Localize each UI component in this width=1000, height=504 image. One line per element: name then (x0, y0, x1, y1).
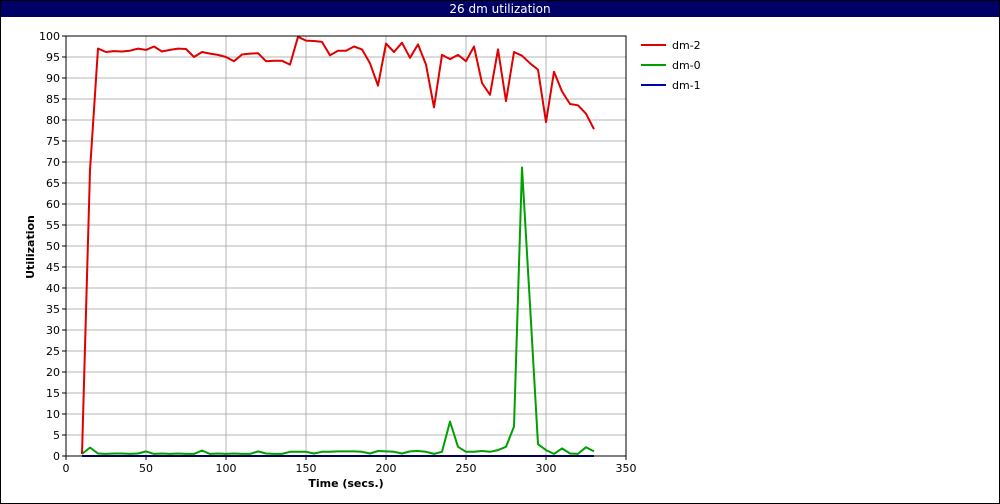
y-tick-label: 25 (46, 345, 60, 358)
x-axis-title: Time (secs.) (308, 477, 383, 490)
legend-label: dm-2 (672, 39, 701, 52)
y-tick-label: 50 (46, 240, 60, 253)
y-axis-title: Utilization (24, 215, 37, 279)
y-tick-label: 40 (46, 282, 60, 295)
utilization-chart: 0 5 10 15 20 25 30 35 40 45 50 55 60 65 70 75 80 85 90 95 10… (24, 30, 701, 490)
chart-title: 26 dm utilization (1, 1, 999, 17)
y-tick-label: 45 (46, 261, 60, 274)
legend: dm-2 dm-0 dm-1 (641, 39, 701, 92)
x-tick-label: 200 (376, 462, 397, 475)
y-tick-label: 0 (53, 450, 60, 463)
y-tick-label: 60 (46, 198, 60, 211)
y-tick-label: 75 (46, 135, 60, 148)
y-tick-label: 80 (46, 114, 60, 127)
y-tick-label: 70 (46, 156, 60, 169)
y-tick-label: 55 (46, 219, 60, 232)
x-tick-label: 350 (616, 462, 637, 475)
chart-window: 26 dm utilization 0 5 10 15 20 25 30 35 40 45 50 55… (0, 0, 1000, 504)
y-tick-label: 5 (53, 429, 60, 442)
y-tick-label: 90 (46, 72, 60, 85)
y-tick-label: 85 (46, 93, 60, 106)
x-tick-label: 300 (536, 462, 557, 475)
x-tick-label: 100 (216, 462, 237, 475)
y-tick-label: 10 (46, 408, 60, 421)
x-tick-label: 250 (456, 462, 477, 475)
y-tick-label: 30 (46, 324, 60, 337)
legend-label: dm-1 (672, 79, 701, 92)
y-tick-label: 100 (39, 30, 60, 43)
y-tick-label: 95 (46, 51, 60, 64)
x-tick-label: 150 (296, 462, 317, 475)
y-tick-label: 35 (46, 303, 60, 316)
y-tick-label: 20 (46, 366, 60, 379)
legend-label: dm-0 (672, 59, 701, 72)
y-tick-label: 65 (46, 177, 60, 190)
x-tick-label: 50 (139, 462, 153, 475)
y-tick-label: 15 (46, 387, 60, 400)
x-tick-label: 0 (63, 462, 70, 475)
